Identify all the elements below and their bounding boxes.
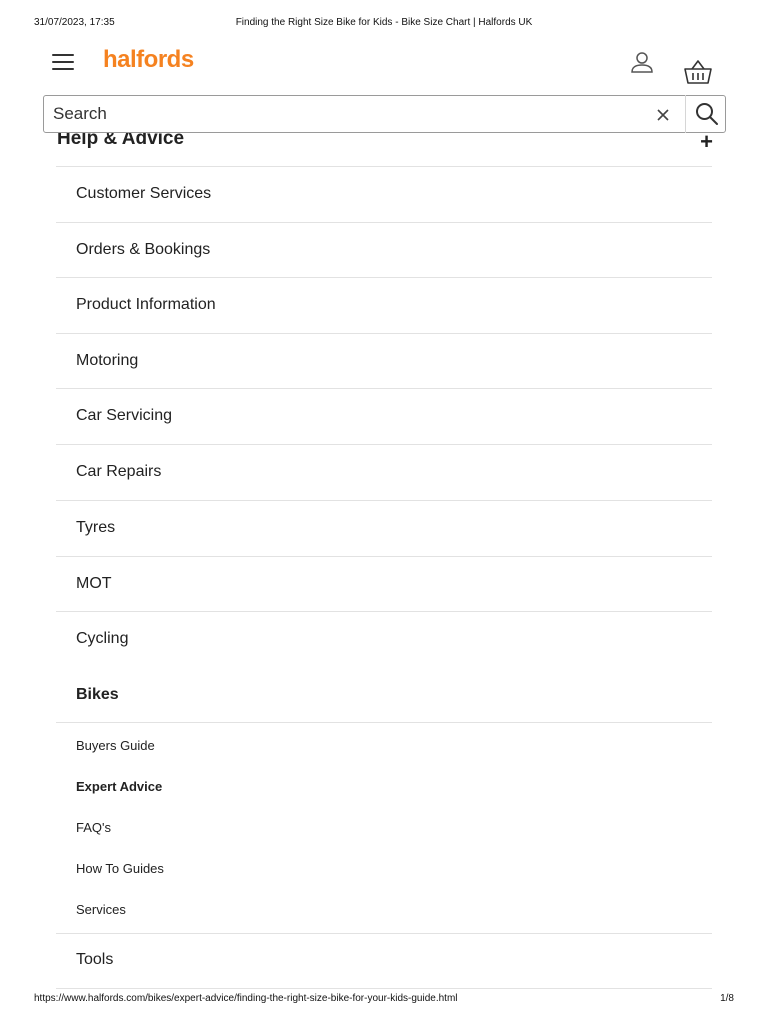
submenu-item-how-to-guides[interactable]: How To Guides xyxy=(56,856,712,882)
print-url: https://www.halfords.com/bikes/expert-ad… xyxy=(34,993,458,1004)
menu-item-label: Orders & Bookings xyxy=(76,241,211,258)
menu-item-car-repairs[interactable]: Car Repairs xyxy=(56,445,712,500)
search-input[interactable] xyxy=(53,102,633,126)
basket-icon[interactable] xyxy=(683,58,713,86)
menu-item-label: MOT xyxy=(76,575,112,592)
print-page-number: 1/8 xyxy=(720,993,734,1004)
divider xyxy=(56,722,712,723)
menu-item-label: Tools xyxy=(76,951,114,968)
submenu-item-label: Services xyxy=(76,902,126,917)
submenu-item-expert-advice[interactable]: Expert Advice xyxy=(56,774,712,800)
submenu-item-faqs[interactable]: FAQ's xyxy=(56,815,712,841)
menu-item-label: Bikes xyxy=(76,686,119,703)
menu-item-car-servicing[interactable]: Car Servicing xyxy=(56,389,712,444)
divider xyxy=(56,988,712,989)
print-page-title: Finding the Right Size Bike for Kids - B… xyxy=(235,17,533,28)
menu-item-label: Car Servicing xyxy=(76,407,173,424)
submenu-item-label: Expert Advice xyxy=(76,779,163,794)
submenu-item-services[interactable]: Services xyxy=(56,897,712,923)
search-button[interactable] xyxy=(685,95,728,133)
print-footer: https://www.halfords.com/bikes/expert-ad… xyxy=(34,993,734,1007)
search-icon xyxy=(696,103,718,125)
user-icon[interactable] xyxy=(630,51,654,75)
menu-item-cycling[interactable]: Cycling xyxy=(56,612,712,667)
menu-item-customer-services[interactable]: Customer Services xyxy=(56,167,712,222)
menu-item-tyres[interactable]: Tyres xyxy=(56,501,712,556)
submenu-item-label: Buyers Guide xyxy=(76,738,155,753)
menu-item-mot[interactable]: MOT xyxy=(56,557,712,611)
menu-item-label: Cycling xyxy=(76,630,129,647)
menu-item-product-information[interactable]: Product Information xyxy=(56,278,712,333)
search-bar xyxy=(43,95,726,133)
submenu-item-label: How To Guides xyxy=(76,861,164,876)
logo-text: halfords xyxy=(103,46,194,73)
menu-item-label: Tyres xyxy=(76,519,116,536)
menu-item-bikes[interactable]: Bikes xyxy=(56,668,712,722)
menu-item-motoring[interactable]: Motoring xyxy=(56,334,712,388)
menu-item-label: Car Repairs xyxy=(76,463,162,480)
menu-item-tools[interactable]: Tools xyxy=(56,934,712,988)
menu-item-label: Motoring xyxy=(76,352,139,369)
hamburger-menu-icon[interactable] xyxy=(52,52,74,72)
menu-item-orders-bookings[interactable]: Orders & Bookings xyxy=(56,223,712,277)
print-header: 31/07/2023, 17:35 Finding the Right Size… xyxy=(34,17,734,31)
menu-item-label: Product Information xyxy=(76,296,216,313)
close-icon[interactable] xyxy=(656,108,670,122)
halfords-logo[interactable]: halfords xyxy=(103,46,194,74)
menu-item-label: Customer Services xyxy=(76,185,212,202)
submenu-item-label: FAQ's xyxy=(76,820,111,835)
submenu-item-buyers-guide[interactable]: Buyers Guide xyxy=(56,733,712,759)
